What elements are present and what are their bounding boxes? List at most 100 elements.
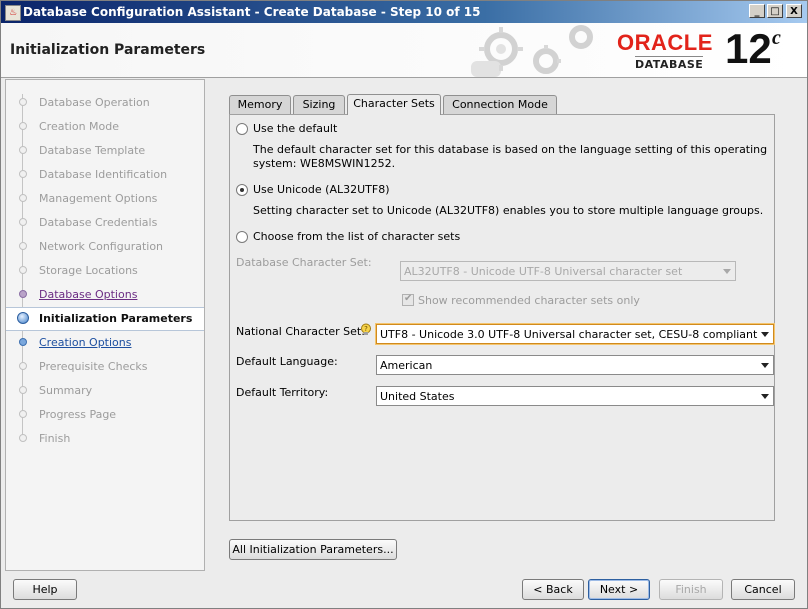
national-charset-select[interactable]: UTF8 - Unicode 3.0 UTF-8 Universal chara… xyxy=(376,324,774,344)
use-unicode-radio[interactable] xyxy=(236,184,248,196)
step-network-configuration: Network Configuration xyxy=(6,236,204,258)
step-initialization-parameters: Initialization Parameters xyxy=(6,307,204,331)
svg-text:?: ? xyxy=(364,325,368,333)
use-default-description: The default character set for this datab… xyxy=(253,143,768,156)
step-dot-icon xyxy=(19,362,27,370)
step-dot-icon xyxy=(19,338,27,346)
page-title: Initialization Parameters xyxy=(10,42,206,58)
step-current-icon xyxy=(17,312,29,324)
step-label: Database Credentials xyxy=(39,216,158,229)
step-storage-locations: Storage Locations xyxy=(6,260,204,282)
tab-memory[interactable]: Memory xyxy=(229,95,291,114)
step-database-operation: Database Operation xyxy=(6,92,204,114)
default-language-label: Default Language: xyxy=(236,355,338,368)
step-label: Storage Locations xyxy=(39,264,138,277)
database-logo-text: DATABASE xyxy=(635,56,704,71)
help-button[interactable]: Help xyxy=(13,579,77,600)
step-dot-icon xyxy=(19,218,27,226)
cancel-button[interactable]: Cancel xyxy=(731,579,795,600)
step-dot-icon xyxy=(19,170,27,178)
choose-charset-label[interactable]: Choose from the list of character sets xyxy=(253,230,460,243)
all-initialization-parameters-button[interactable]: All Initialization Parameters... xyxy=(229,539,397,560)
default-language-select[interactable]: American xyxy=(376,355,774,375)
version-logo: 12 xyxy=(725,25,772,72)
back-button[interactable]: < Back xyxy=(522,579,584,600)
title-bar: ♨ Database Configuration Assistant - Cre… xyxy=(1,1,807,23)
default-territory-select[interactable]: United States xyxy=(376,386,774,406)
step-database-template: Database Template xyxy=(6,140,204,162)
step-dot-icon xyxy=(19,98,27,106)
next-button[interactable]: Next > xyxy=(588,579,650,600)
chevron-down-icon xyxy=(723,269,731,274)
step-prerequisite-checks: Prerequisite Checks xyxy=(6,356,204,378)
step-label: Summary xyxy=(39,384,93,397)
use-unicode-description: Setting character set to Unicode (AL32UT… xyxy=(253,204,764,217)
wizard-header: Initialization Parameters ORACLE DATABAS… xyxy=(1,23,807,78)
step-dot-icon xyxy=(19,434,27,442)
step-dot-icon xyxy=(19,194,27,202)
show-recommended-label[interactable]: Show recommended character sets only xyxy=(418,294,640,307)
step-dot-icon xyxy=(19,386,27,394)
hint-lightbulb-icon[interactable]: ? xyxy=(360,323,372,337)
tab-character-sets[interactable]: Character Sets xyxy=(347,94,441,115)
close-button[interactable]: X xyxy=(786,4,802,18)
national-charset-value: UTF8 - Unicode 3.0 UTF-8 Universal chara… xyxy=(380,328,758,341)
minimize-button[interactable]: _ xyxy=(749,4,765,18)
step-dot-icon xyxy=(19,146,27,154)
step-database-identification: Database Identification xyxy=(6,164,204,186)
gears-decoration-icon xyxy=(471,25,593,77)
step-dot-icon xyxy=(19,266,27,274)
default-territory-value: United States xyxy=(380,390,455,403)
step-label: Finish xyxy=(39,432,71,445)
step-label: Database Identification xyxy=(39,168,168,181)
dbca-window: ♨ Database Configuration Assistant - Cre… xyxy=(0,0,808,609)
step-finish: Finish xyxy=(6,428,204,450)
national-charset-label: National Character Set: xyxy=(236,325,365,338)
step-label: Database Template xyxy=(39,144,146,157)
step-label[interactable]: Creation Options xyxy=(39,336,131,349)
tab-connection-mode[interactable]: Connection Mode xyxy=(443,95,557,114)
database-charset-label: Database Character Set: xyxy=(236,256,372,269)
version-suffix-logo: c xyxy=(772,27,781,49)
steps-panel: Database Operation Creation Mode Databas… xyxy=(5,79,205,571)
java-app-icon: ♨ xyxy=(5,5,21,21)
main-panel: Memory Sizing Character Sets Connection … xyxy=(205,79,803,569)
step-label: Creation Mode xyxy=(39,120,120,133)
step-database-options[interactable]: Database Options xyxy=(6,284,204,306)
character-sets-panel: Use the default The default character se… xyxy=(229,114,775,521)
step-label: Initialization Parameters xyxy=(39,312,193,325)
step-summary: Summary xyxy=(6,380,204,402)
step-progress-page: Progress Page xyxy=(6,404,204,426)
step-dot-icon xyxy=(19,242,27,250)
database-charset-value: AL32UTF8 - Unicode UTF-8 Universal chara… xyxy=(404,265,683,278)
step-database-credentials: Database Credentials xyxy=(6,212,204,234)
show-recommended-checkbox[interactable] xyxy=(402,293,414,306)
maximize-button[interactable]: □ xyxy=(767,4,783,18)
step-dot-icon xyxy=(19,122,27,130)
choose-charset-radio[interactable] xyxy=(236,231,248,243)
tab-sizing[interactable]: Sizing xyxy=(293,95,345,114)
step-label[interactable]: Database Options xyxy=(39,288,137,301)
step-dot-icon xyxy=(19,410,27,418)
chevron-down-icon xyxy=(761,332,769,337)
step-dot-icon xyxy=(19,290,27,298)
step-management-options: Management Options xyxy=(6,188,204,210)
step-creation-options[interactable]: Creation Options xyxy=(6,332,204,354)
use-default-description-line2: system: WE8MSWIN1252. xyxy=(253,157,396,170)
oracle-logo: ORACLE xyxy=(617,30,713,55)
step-label: Network Configuration xyxy=(39,240,164,253)
step-label: Database Operation xyxy=(39,96,150,109)
use-default-radio[interactable] xyxy=(236,123,248,135)
database-charset-select[interactable]: AL32UTF8 - Unicode UTF-8 Universal chara… xyxy=(400,261,736,281)
step-label: Progress Page xyxy=(39,408,117,421)
chevron-down-icon xyxy=(761,394,769,399)
use-default-label[interactable]: Use the default xyxy=(253,122,337,135)
step-creation-mode: Creation Mode xyxy=(6,116,204,138)
step-label: Management Options xyxy=(39,192,158,205)
step-label: Prerequisite Checks xyxy=(39,360,148,373)
finish-button: Finish xyxy=(659,579,723,600)
chevron-down-icon xyxy=(761,363,769,368)
window-title: Database Configuration Assistant - Creat… xyxy=(23,5,481,19)
use-unicode-label[interactable]: Use Unicode (AL32UTF8) xyxy=(253,183,389,196)
default-language-value: American xyxy=(380,359,433,372)
